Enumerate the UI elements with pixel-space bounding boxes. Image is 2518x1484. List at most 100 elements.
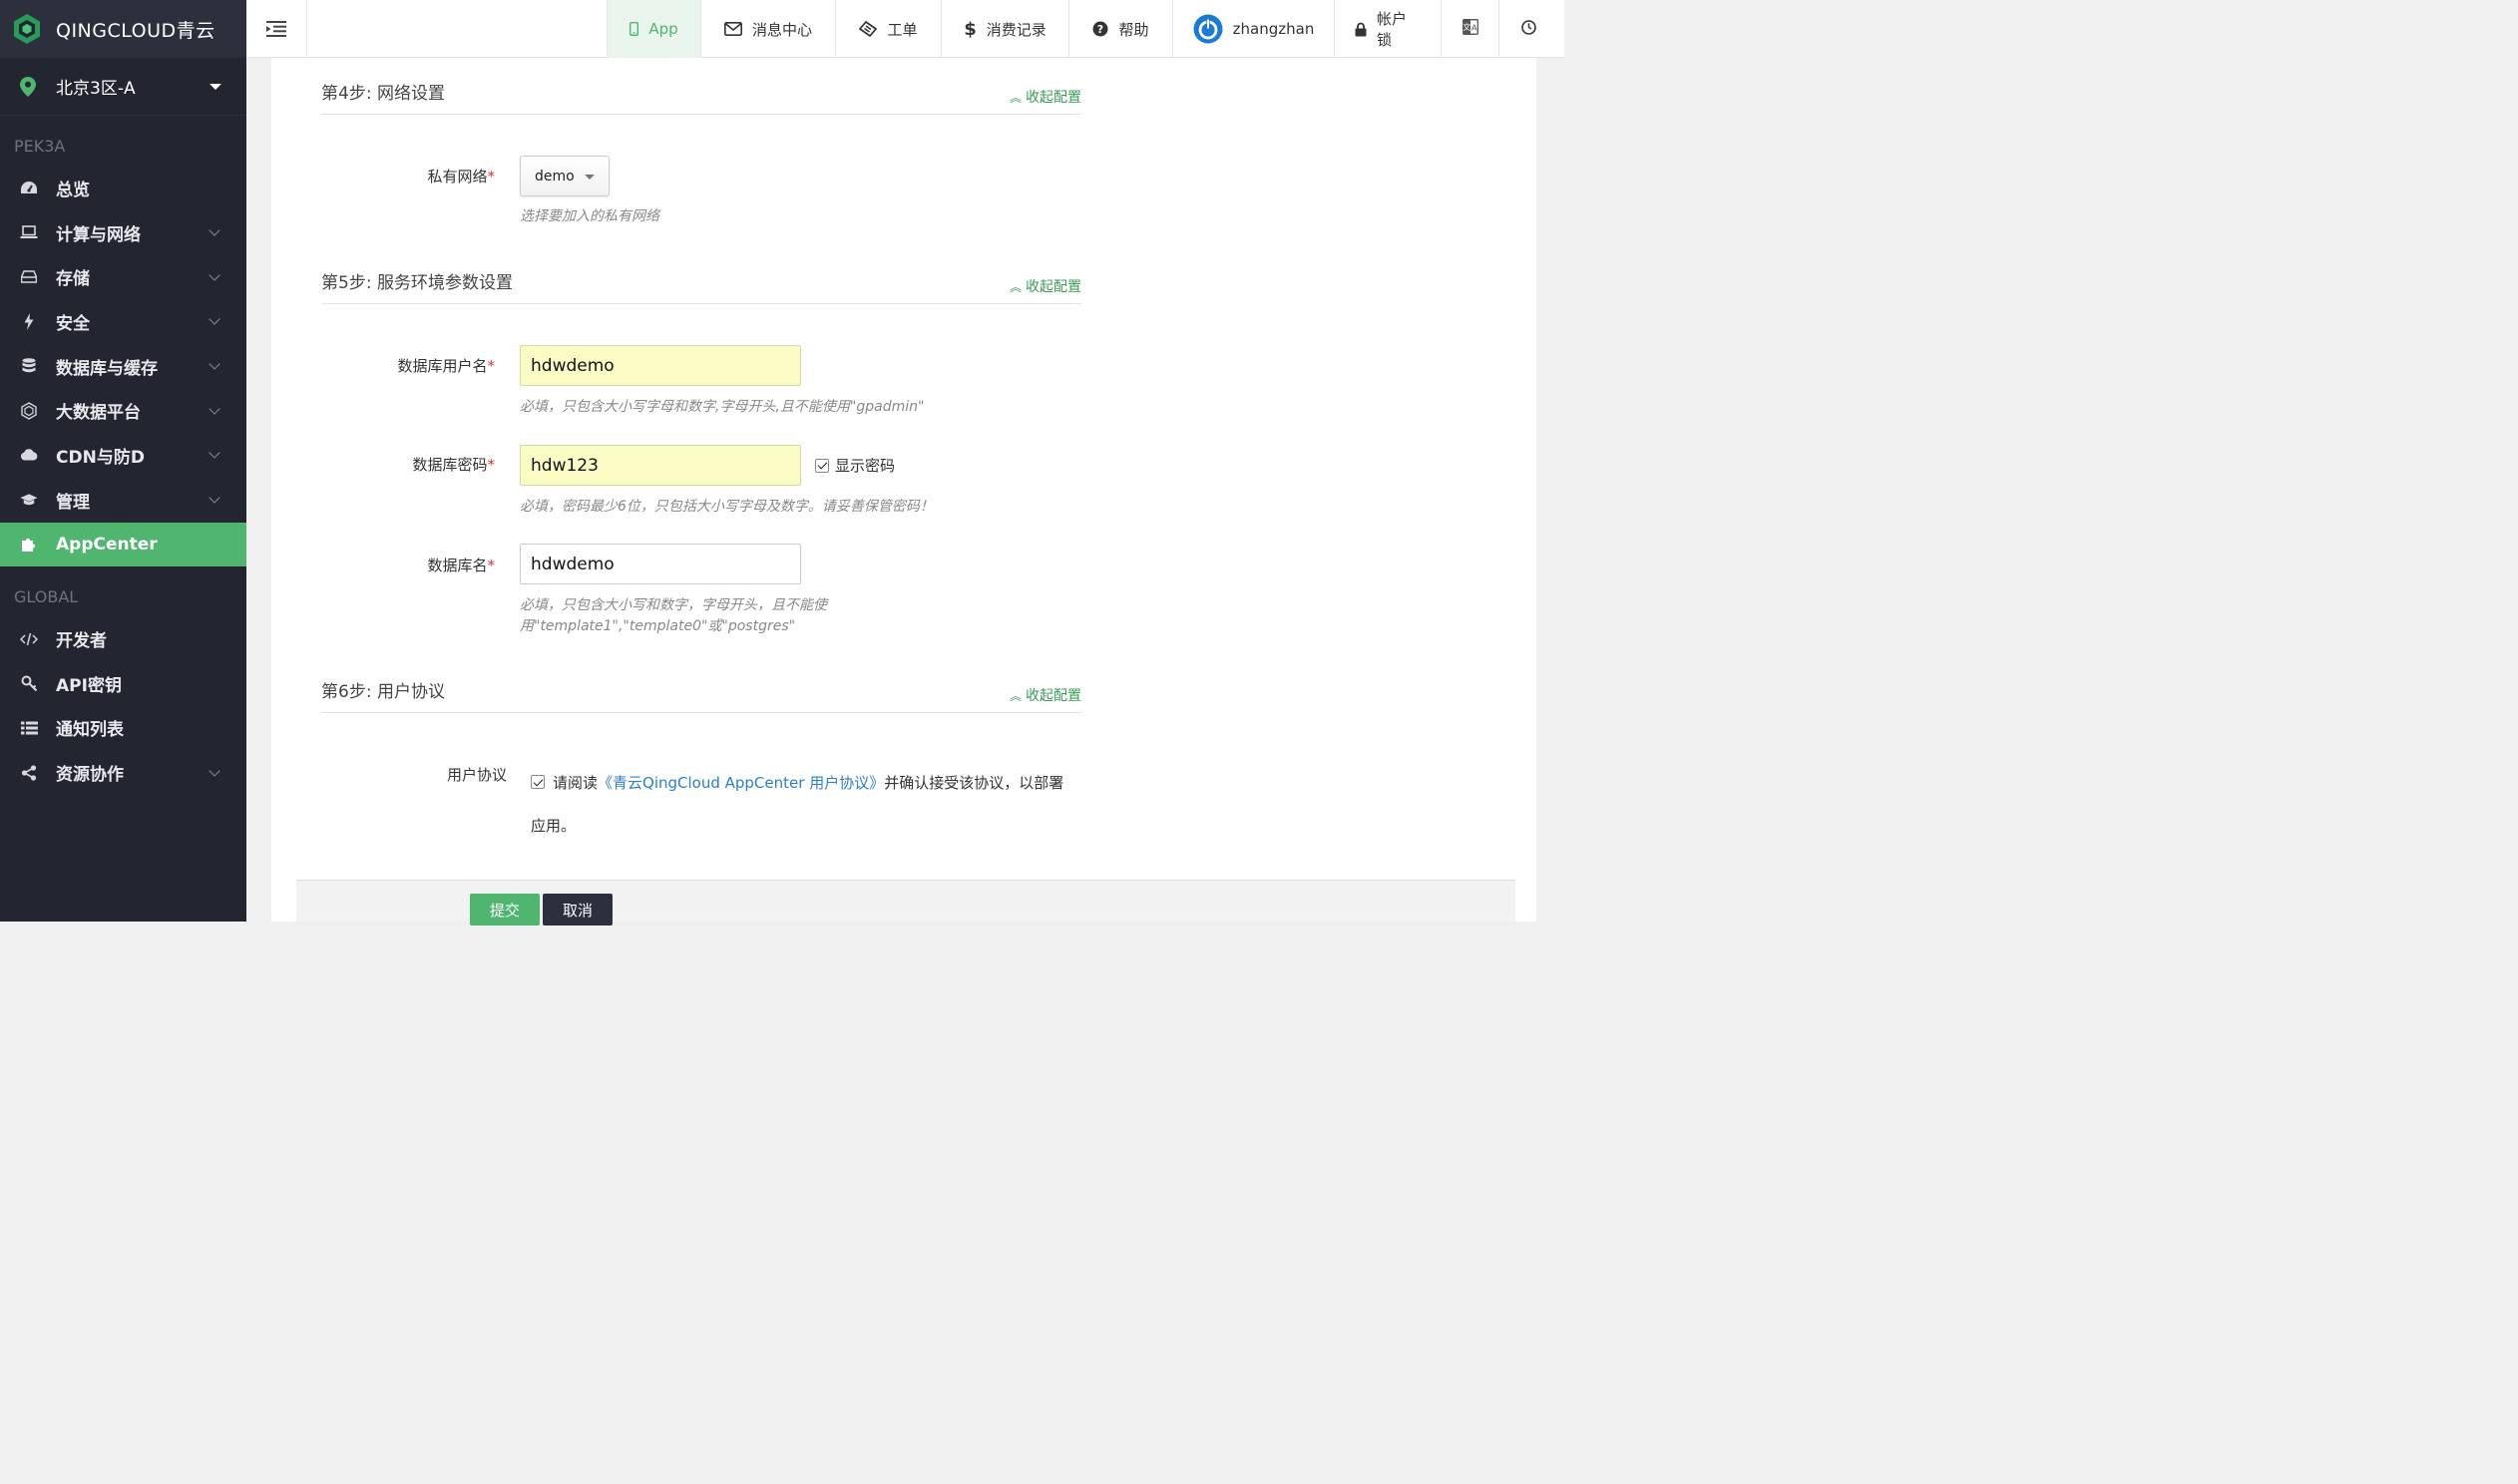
agreement-text: 请阅读《青云QingCloud AppCenter 用户协议》并确认接受该协议，… xyxy=(531,762,1069,848)
caret-down-icon xyxy=(585,175,595,180)
nav-item-developer[interactable]: 开发者 xyxy=(0,616,246,661)
nav-item-compute-network[interactable]: 计算与网络 xyxy=(0,210,246,255)
sidebar: QINGCLOUD青云 北京3区-A PEK3A 总览 计算与网络 存储 安全 … xyxy=(0,0,246,922)
nav-item-management[interactable]: 管理 xyxy=(0,478,246,523)
submit-button[interactable]: 提交 xyxy=(470,894,540,926)
region-label: 北京3区-A xyxy=(56,79,136,99)
top-nav-tickets-label: 工单 xyxy=(887,20,918,39)
cloud-icon xyxy=(20,446,38,464)
vpc-label-text: 私有网络 xyxy=(427,168,488,186)
step5-collapse-link[interactable]: ︽ 收起配置 xyxy=(1010,276,1081,296)
chevron-down-icon xyxy=(209,764,220,777)
caret-down-icon xyxy=(210,83,221,90)
nav-item-database-cache[interactable]: 数据库与缓存 xyxy=(0,344,246,389)
brand-name: QINGCLOUD青云 xyxy=(56,19,215,42)
top-nav-tickets[interactable]: 工单 xyxy=(835,0,941,58)
qingcloud-logo-icon xyxy=(14,14,40,44)
top-nav-messages-label: 消息中心 xyxy=(751,20,812,39)
nav-item-label: 存储 xyxy=(56,269,90,290)
show-password-checkbox[interactable] xyxy=(815,458,829,473)
step4-title: 第4步: 网络设置 xyxy=(321,84,445,104)
db-pass-input[interactable]: hdw123 xyxy=(520,445,801,486)
chevron-down-icon xyxy=(209,358,220,370)
divider xyxy=(321,114,1081,115)
vpc-select[interactable]: demo xyxy=(520,156,610,196)
db-name-label: 数据库名* xyxy=(295,555,495,575)
nav-item-overview[interactable]: 总览 xyxy=(0,166,246,210)
question-circle-icon: ? xyxy=(1092,21,1108,37)
step6-title: 第6步: 用户协议 xyxy=(321,682,445,702)
step6-collapse-link[interactable]: ︽ 收起配置 xyxy=(1010,685,1081,705)
hexagon-icon xyxy=(20,401,38,420)
top-nav-messages[interactable]: 消息中心 xyxy=(700,0,835,58)
nav-item-appcenter[interactable]: AppCenter xyxy=(0,522,246,567)
nav-item-resource-sharing[interactable]: 资源协作 xyxy=(0,750,246,795)
top-nav-time[interactable] xyxy=(1498,0,1558,58)
nav-item-label: 资源协作 xyxy=(56,765,124,786)
chevron-down-icon xyxy=(209,492,220,504)
collapse-label: 收起配置 xyxy=(1026,90,1081,106)
top-nav-app[interactable]: App xyxy=(607,0,700,58)
agree-prefix: 请阅读 xyxy=(553,774,599,792)
nav-item-bigdata[interactable]: 大数据平台 xyxy=(0,388,246,433)
db-pass-label: 数据库密码* xyxy=(295,454,495,475)
top-bar: App 消息中心 工单 $ 消费记录 ? 帮助 zhangzhan 帐户锁 文A xyxy=(246,0,1564,58)
top-nav-language[interactable]: 文A xyxy=(1441,0,1498,58)
nav-item-cdn[interactable]: CDN与防D xyxy=(0,433,246,478)
share-icon xyxy=(20,764,38,782)
required-mark: * xyxy=(487,556,496,574)
deploy-form: 第4步: 网络设置 ︽ 收起配置 私有网络* demo 选择要加入的私有网络 第… xyxy=(271,58,1536,922)
vpc-label: 私有网络* xyxy=(295,166,495,186)
brand[interactable]: QINGCLOUD青云 xyxy=(0,0,246,58)
db-pass-hint: 必填，密码最少6位，只包括大小写字母及数字。请妥善保管密码！ xyxy=(520,499,934,515)
top-nav-user[interactable]: zhangzhan xyxy=(1172,0,1334,58)
svg-text:文: 文 xyxy=(1463,22,1470,32)
nav-item-security[interactable]: 安全 xyxy=(0,299,246,344)
top-nav-lock[interactable]: 帐户锁 xyxy=(1334,0,1441,58)
nav-item-label: AppCenter xyxy=(56,534,158,555)
list-icon xyxy=(20,719,38,737)
svg-text:A: A xyxy=(1470,24,1476,33)
double-chevron-up-icon: ︽ xyxy=(1009,279,1022,294)
db-name-label-text: 数据库名 xyxy=(427,556,488,574)
puzzle-icon xyxy=(20,536,38,554)
divider xyxy=(321,303,1081,304)
top-nav-billing[interactable]: $ 消费记录 xyxy=(941,0,1068,58)
db-user-hint: 必填，只包含大小写字母和数字,字母开头,且不能使用"gpadmin" xyxy=(520,399,925,415)
global-label: GLOBAL xyxy=(14,587,79,607)
region-selector[interactable]: 北京3区-A xyxy=(0,58,246,116)
top-nav-app-label: App xyxy=(648,20,678,38)
nav-item-api-keys[interactable]: API密钥 xyxy=(0,661,246,706)
db-name-hint-line: 用"template1","template0"或"postgres" xyxy=(520,618,796,634)
db-user-input[interactable]: hdwdemo xyxy=(520,345,801,386)
db-name-input[interactable]: hdwdemo xyxy=(520,544,801,584)
cancel-button[interactable]: 取消 xyxy=(543,894,613,926)
db-name-hint-line: 必填，只包含大小写和数字，字母开头，且不能使 xyxy=(520,597,827,613)
laptop-icon xyxy=(20,223,38,241)
nav-item-storage[interactable]: 存储 xyxy=(0,254,246,299)
nav-item-label: 计算与网络 xyxy=(56,224,141,245)
top-nav-lock-label: 帐户锁 xyxy=(1377,10,1408,49)
zone-label: PEK3A xyxy=(14,137,66,156)
top-nav-help[interactable]: ? 帮助 xyxy=(1068,0,1172,58)
nav-item-label: 通知列表 xyxy=(56,720,124,741)
nav-item-label: 安全 xyxy=(56,313,90,334)
required-mark: * xyxy=(487,456,496,474)
mobile-icon xyxy=(630,22,639,36)
db-pass-label-text: 数据库密码 xyxy=(412,456,488,474)
indent-icon xyxy=(266,21,286,37)
nav-item-notifications[interactable]: 通知列表 xyxy=(0,706,246,751)
step4-collapse-link[interactable]: ︽ 收起配置 xyxy=(1010,87,1081,107)
menu-toggle-button[interactable] xyxy=(246,0,307,58)
agreement-checkbox[interactable] xyxy=(531,775,545,789)
db-user-label: 数据库用户名* xyxy=(295,355,495,376)
nav-item-label: API密钥 xyxy=(56,675,122,696)
show-password-toggle[interactable]: 显示密码 xyxy=(815,455,895,476)
required-mark: * xyxy=(487,168,496,186)
database-icon xyxy=(20,357,38,375)
chevron-down-icon xyxy=(209,313,220,326)
agreement-link[interactable]: 《青云QingCloud AppCenter 用户协议》 xyxy=(598,774,884,792)
collapse-label: 收起配置 xyxy=(1026,279,1081,295)
map-pin-icon xyxy=(20,76,36,97)
